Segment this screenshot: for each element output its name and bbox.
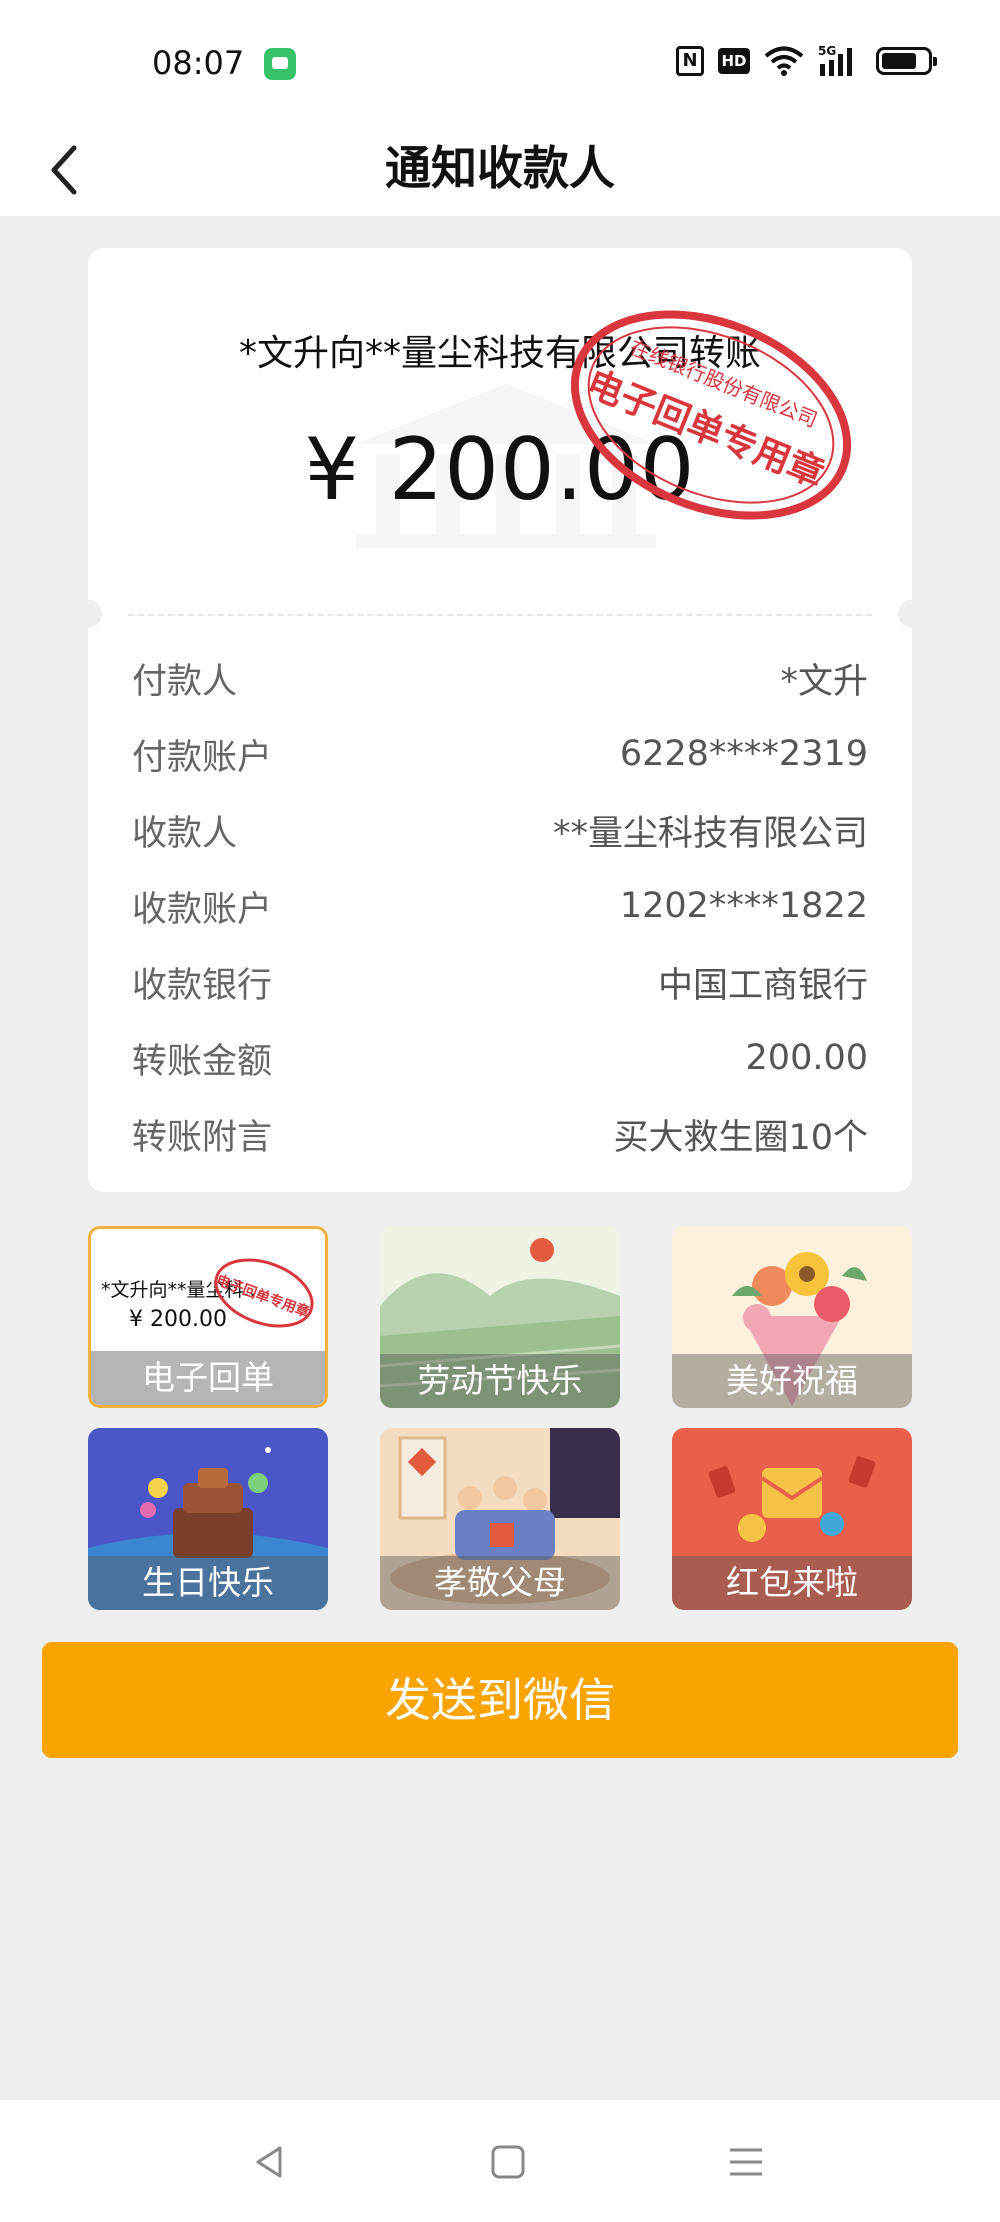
detail-label: 付款账户 [132,737,273,778]
detail-label: 转账金额 [132,1041,273,1082]
header: 通知收款人 [0,120,1000,216]
template-label: 红包来啦 [672,1556,912,1610]
nav-home-icon[interactable] [488,2142,528,2182]
template-label: 劳动节快乐 [380,1354,620,1408]
detail-label: 付款人 [132,661,238,702]
template-red-packet[interactable]: 红包来啦 [672,1428,912,1610]
nav-menu-icon[interactable] [726,2142,766,2182]
template-label: 孝敬父母 [380,1556,620,1610]
detail-row: 付款账户 6228****2319 [132,716,868,792]
svg-text:5G: 5G [818,44,836,58]
ticket-notch [898,600,926,628]
template-grid: *文升向**量尘科... ¥ 200.00 电子回单专用章 电子回单 劳动节快乐 [88,1226,912,1610]
5g-signal-icon: 5G [818,44,862,78]
detail-value: *文升 [780,661,868,702]
battery-icon [876,47,937,75]
detail-value: 1202****1822 [619,886,868,926]
detail-row: 收款账户 1202****1822 [132,868,868,944]
template-label: 美好祝福 [672,1354,912,1408]
detail-label: 转账附言 [132,1117,273,1158]
detail-row: 收款人 **量尘科技有限公司 [132,792,868,868]
detail-row: 付款人 *文升 [132,640,868,716]
send-to-wechat-button[interactable]: 发送到微信 [42,1642,958,1758]
receipt-details: 付款人 *文升付款账户 6228****2319 收款人 **量尘科技有限公司收款账户 1… [132,640,868,1172]
status-time: 08:07 [152,44,245,82]
receipt-card: *文升向**量尘科技有限公司转账 ¥ 200.00 在线银行股份有限公司 电子回… [74,248,926,1192]
template-receipt[interactable]: *文升向**量尘科... ¥ 200.00 电子回单专用章 电子回单 [88,1226,328,1408]
detail-label: 收款人 [132,813,238,854]
nfc-icon: N [676,46,704,76]
template-label: 电子回单 [91,1351,325,1405]
detail-value: 买大救生圈10个 [613,1117,868,1158]
page-title: 通知收款人 [385,141,615,195]
system-nav-bar [0,2100,1000,2222]
template-birthday[interactable]: 生日快乐 [88,1428,328,1610]
template-parents[interactable]: 孝敬父母 [380,1428,620,1610]
detail-value: **量尘科技有限公司 [552,813,868,854]
official-stamp: 在线银行股份有限公司 电子回单专用章 [570,310,852,520]
detail-value: 200.00 [745,1038,868,1078]
template-best-wishes[interactable]: 美好祝福 [672,1226,912,1408]
detail-row: 转账附言 买大救生圈10个 [132,1096,868,1172]
detail-value: 6228****2319 [619,734,868,774]
detail-row: 转账金额 200.00 [132,1020,868,1096]
divider [128,614,872,616]
detail-value: 中国工商银行 [657,965,868,1006]
template-label: 生日快乐 [88,1556,328,1610]
status-icons: N HD 5G [676,44,937,78]
ticket-notch [74,600,102,628]
status-bar: 08:07 N HD 5G [0,0,1000,120]
detail-label: 收款账户 [132,889,273,930]
stamp-icon: 电子回单专用章 [214,1258,314,1328]
detail-row: 收款银行 中国工商银行 [132,944,868,1020]
wifi-icon [764,45,804,77]
template-labor-day[interactable]: 劳动节快乐 [380,1226,620,1408]
detail-label: 收款银行 [132,965,273,1006]
message-icon [264,48,296,80]
receipt-header: *文升向**量尘科技有限公司转账 ¥ 200.00 在线银行股份有限公司 电子回… [88,248,912,614]
nav-back-icon[interactable] [250,2142,290,2182]
hd-icon: HD [718,48,750,74]
